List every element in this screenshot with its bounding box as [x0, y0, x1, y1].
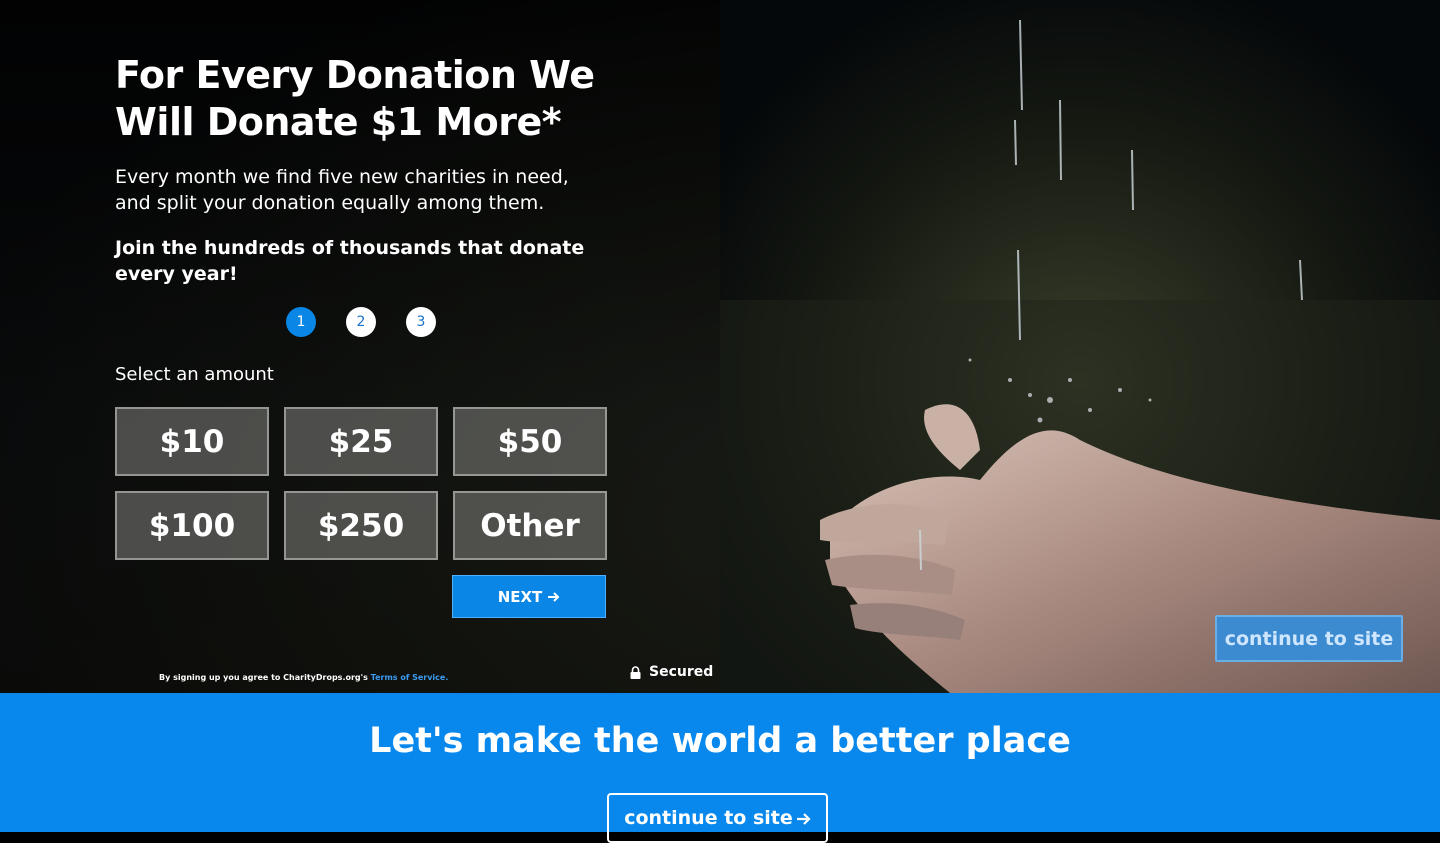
next-label: NEXT [497, 587, 543, 606]
select-amount-label: Select an amount [115, 364, 274, 385]
terms-note: By signing up you agree to CharityDrops.… [159, 673, 448, 682]
amount-50-button[interactable]: $50 [453, 407, 607, 476]
secured-badge: Secured [630, 664, 713, 680]
amount-100-button[interactable]: $100 [115, 491, 269, 560]
join-text: Join the hundreds of thousands that dona… [115, 237, 585, 285]
terms-text: By signing up you agree to CharityDrops.… [159, 673, 368, 682]
headline-line-2: Will Donate $1 More* [115, 100, 562, 144]
amount-options: $10 $25 $50 $100 $250 Other [115, 407, 607, 560]
hands-water-photo [720, 0, 1440, 693]
step-2[interactable]: 2 [346, 307, 376, 337]
step-3[interactable]: 3 [406, 307, 436, 337]
banner-title: Let's make the world a better place [369, 721, 1071, 761]
bottom-banner: Let's make the world a better place cont… [0, 693, 1440, 843]
amount-10-button[interactable]: $10 [115, 407, 269, 476]
headline: For Every Donation We Will Donate $1 Mor… [115, 52, 655, 146]
secured-label: Secured [649, 664, 714, 680]
amount-250-button[interactable]: $250 [284, 491, 438, 560]
continue-to-site-label: continue to site [624, 807, 793, 829]
donation-panel: For Every Donation We Will Donate $1 Mor… [0, 0, 720, 693]
amount-other-button[interactable]: Other [453, 491, 607, 560]
next-button[interactable]: NEXT [452, 575, 606, 618]
terms-of-service-link[interactable]: Terms of Service. [371, 673, 449, 682]
continue-to-site-overlay-button[interactable]: continue to site [1215, 615, 1403, 662]
amount-25-button[interactable]: $25 [284, 407, 438, 476]
arrow-right-icon [796, 813, 811, 825]
headline-line-1: For Every Donation We [115, 53, 595, 97]
continue-to-site-button[interactable]: continue to site [607, 793, 828, 843]
lock-icon [630, 665, 641, 679]
subtitle: Every month we find five new charities i… [115, 166, 569, 214]
step-indicator: 1 2 3 [286, 307, 436, 337]
hero-section: For Every Donation We Will Donate $1 Mor… [0, 0, 1440, 693]
step-1[interactable]: 1 [286, 307, 316, 337]
arrow-right-icon [548, 591, 560, 602]
